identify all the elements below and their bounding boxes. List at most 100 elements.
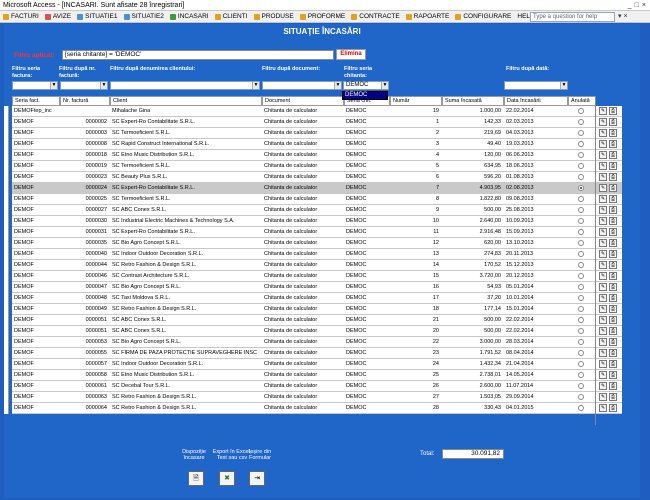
cancelled-radio[interactable] — [578, 405, 584, 411]
row-selector[interactable] — [4, 271, 9, 282]
table-row[interactable]: DEMOF 0000044 SC Retro Fashion & Design S.… — [4, 260, 640, 271]
cancelled-radio[interactable] — [578, 372, 584, 378]
print-icon[interactable]: ⎙ — [609, 305, 617, 313]
edit-icon[interactable]: ✎ — [599, 206, 607, 214]
cancelled-radio[interactable] — [578, 284, 584, 290]
cancelled-radio[interactable] — [578, 141, 584, 147]
table-row[interactable]: DEMOF 0000018 SC Etno Music Distribution S… — [4, 150, 640, 161]
row-selector[interactable] — [4, 106, 9, 117]
edit-icon[interactable]: ✎ — [599, 283, 607, 291]
menu-item-contracte[interactable]: CONTRACTE — [348, 13, 402, 20]
column-header-data[interactable]: Data încasării — [504, 96, 568, 106]
print-icon[interactable]: ⎙ — [609, 118, 617, 126]
cancelled-radio[interactable] — [578, 262, 584, 268]
row-selector[interactable] — [4, 370, 9, 381]
edit-icon[interactable]: ✎ — [599, 118, 607, 126]
table-row[interactable]: DEMOF 0000025 SC Termoeficient S.R.L. Chita… — [4, 194, 640, 205]
table-row[interactable]: DEMOF 0000051 SC ABC Conex S.R.L. Chitanta … — [4, 326, 640, 337]
edit-icon[interactable]: ✎ — [599, 382, 607, 390]
column-header-document[interactable]: Document — [262, 96, 344, 106]
print-icon[interactable]: ⎙ — [609, 327, 617, 335]
column-header-client[interactable]: Client — [110, 96, 262, 106]
table-row[interactable]: DEMOF 0000046 SC Contrast Architecture S.R… — [4, 271, 640, 282]
column-header-nr[interactable]: Nr. factură — [60, 96, 110, 106]
menu-item-facturi[interactable]: FACTURI — [0, 13, 42, 20]
menu-item-incasari[interactable]: INCASARI — [167, 13, 212, 20]
filter-combo-data[interactable]: ▼ — [504, 81, 568, 90]
row-selector[interactable] — [4, 227, 9, 238]
edit-icon[interactable]: ✎ — [599, 261, 607, 269]
cancelled-radio[interactable] — [578, 163, 584, 169]
column-header-anulata[interactable]: Anulată — [568, 96, 596, 106]
row-selector[interactable] — [4, 238, 9, 249]
row-selector[interactable] — [4, 161, 9, 172]
print-icon[interactable]: ⎙ — [609, 140, 617, 148]
table-row[interactable]: DEMOF 0000063 SC Retro Fashion & Design S.… — [4, 392, 640, 403]
table-row[interactable]: DEMOF 0000024 SC Expert-Ro Contabilitate S… — [4, 183, 640, 194]
dropdown-option[interactable]: DEMOC — [343, 92, 387, 99]
close-button[interactable]: × — [642, 2, 646, 9]
cancelled-radio[interactable] — [578, 328, 584, 334]
table-row[interactable]: DEMOF 0000035 SC Bio Agro Concept S.R.L. Ch… — [4, 238, 640, 249]
edit-icon[interactable]: ✎ — [599, 228, 607, 236]
table-row[interactable]: DEMOF 0000057 SC Indoor Outdoor Decoration… — [4, 359, 640, 370]
cancelled-radio[interactable] — [578, 108, 584, 114]
table-row[interactable]: DEMOF 0000008 SC Rapid Construct Internati… — [4, 139, 640, 150]
row-selector[interactable] — [4, 194, 9, 205]
edit-icon[interactable]: ✎ — [599, 217, 607, 225]
row-selector[interactable] — [4, 326, 9, 337]
edit-icon[interactable]: ✎ — [599, 195, 607, 203]
edit-icon[interactable]: ✎ — [599, 250, 607, 258]
table-row[interactable]: DEMOF 0000061 SC Decebal Tour S.R.L. Chitan… — [4, 381, 640, 392]
cancelled-radio[interactable] — [578, 273, 584, 279]
row-selector[interactable] — [4, 128, 9, 139]
edit-icon[interactable]: ✎ — [599, 316, 607, 324]
cancelled-radio[interactable] — [578, 207, 584, 213]
cancelled-radio[interactable] — [578, 317, 584, 323]
cancelled-radio[interactable] — [578, 229, 584, 235]
column-header-suma[interactable]: Suma încasată — [442, 96, 504, 106]
chevron-down-icon[interactable]: ▼ — [381, 82, 388, 89]
print-icon[interactable]: ⎙ — [609, 349, 617, 357]
menu-item-situatie2[interactable]: SITUATIE2 — [121, 13, 167, 20]
export-button[interactable]: ✖ — [219, 471, 235, 486]
table-row[interactable]: DEMOF 0000031 SC Expert-Ro Contabilitate S… — [4, 227, 640, 238]
cancelled-radio[interactable] — [578, 350, 584, 356]
edit-icon[interactable]: ✎ — [599, 272, 607, 280]
cancelled-radio[interactable] — [578, 152, 584, 158]
cancelled-radio[interactable] — [578, 196, 584, 202]
print-icon[interactable]: ⎙ — [609, 129, 617, 137]
filter-combo-seria-chitanta[interactable]: DEMOC ▼ — [343, 81, 389, 90]
edit-icon[interactable]: ✎ — [599, 371, 607, 379]
cancelled-radio[interactable] — [578, 174, 584, 180]
filter-combo-document[interactable]: ▼ — [262, 81, 342, 90]
row-selector[interactable] — [4, 403, 9, 414]
row-selector[interactable] — [4, 315, 9, 326]
cancelled-radio[interactable] — [578, 240, 584, 246]
print-icon[interactable]: ⎙ — [609, 393, 617, 401]
maximize-button[interactable]: □ — [635, 2, 639, 9]
print-icon[interactable]: ⎙ — [609, 294, 617, 302]
column-header-numar[interactable]: Număr — [390, 96, 442, 106]
menu-item-rapoarte[interactable]: RAPOARTE — [403, 13, 453, 20]
dispozitie-button[interactable]: 🗎 — [188, 471, 204, 486]
help-search-input[interactable]: Type a question for help — [530, 12, 615, 22]
row-selector[interactable] — [4, 304, 9, 315]
table-row[interactable]: DEMOF 0000058 SC Etno Music Distribution S… — [4, 370, 640, 381]
table-row[interactable]: DEMOF 0000019 SC Termoeficient S.R.L. Chita… — [4, 161, 640, 172]
row-selector[interactable] — [4, 359, 9, 370]
row-selector[interactable] — [4, 381, 9, 392]
table-row[interactable]: DEMOF 0000064 SC Retro Fashion & Design S.… — [4, 403, 640, 414]
menu-item-situatie1[interactable]: SITUATIE1 — [74, 13, 120, 20]
cancelled-radio[interactable] — [578, 119, 584, 125]
table-row[interactable]: DEMOF 0000003 SC Termoeficient S.R.L. Chita… — [4, 128, 640, 139]
print-icon[interactable]: ⎙ — [609, 250, 617, 258]
print-icon[interactable]: ⎙ — [609, 184, 617, 192]
cancelled-radio[interactable] — [578, 383, 584, 389]
chevron-down-icon[interactable]: ▼ — [50, 82, 57, 89]
row-selector[interactable] — [4, 172, 9, 183]
cancelled-radio[interactable] — [578, 361, 584, 367]
chevron-down-icon[interactable]: ▼ — [252, 82, 259, 89]
cancelled-radio[interactable] — [578, 295, 584, 301]
row-selector[interactable] — [4, 392, 9, 403]
